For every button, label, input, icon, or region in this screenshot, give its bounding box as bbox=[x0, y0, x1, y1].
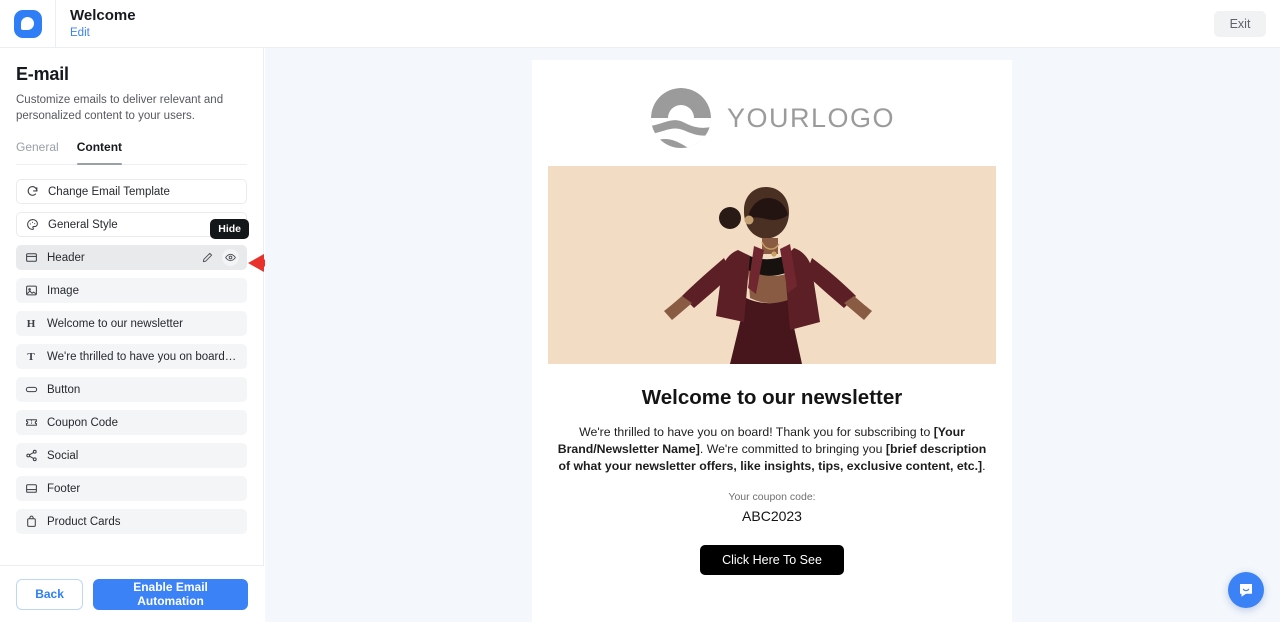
block-list: Change Email Template General Style Head… bbox=[16, 179, 249, 534]
edit-link[interactable]: Edit bbox=[70, 26, 136, 41]
email-heading[interactable]: Welcome to our newsletter bbox=[532, 386, 1012, 410]
speech-bubble-logo-icon bbox=[13, 9, 42, 38]
chat-launcher-button[interactable] bbox=[1228, 572, 1264, 608]
cta-button[interactable]: Click Here To See bbox=[700, 545, 844, 575]
tab-general[interactable]: General bbox=[16, 140, 59, 164]
app-root: Welcome Edit Exit E-mail Customize email… bbox=[0, 0, 1280, 622]
sidebar-title: E-mail bbox=[16, 64, 69, 84]
palette-icon bbox=[25, 218, 39, 232]
block-label: Coupon Code bbox=[47, 416, 118, 429]
footer-icon bbox=[24, 482, 38, 496]
block-label: Header bbox=[47, 251, 85, 264]
email-card: YOURLOGO Welcome to our newsletter We're… bbox=[532, 60, 1012, 622]
coupon-label: Your coupon code: bbox=[728, 491, 816, 503]
sidebar-tabs: General Content bbox=[16, 140, 247, 165]
block-row-coupon-code[interactable]: Coupon Code bbox=[16, 410, 247, 435]
body-text-part-3: . bbox=[982, 459, 986, 473]
block-row-change-email-template[interactable]: Change Email Template bbox=[16, 179, 247, 204]
block-label: Social bbox=[47, 449, 79, 462]
block-label: Change Email Template bbox=[48, 185, 170, 198]
sidebar-header: E-mail Customize emails to deliver relev… bbox=[0, 48, 263, 124]
header-icon bbox=[24, 251, 38, 265]
email-logo-block[interactable]: YOURLOGO bbox=[532, 60, 1012, 166]
sidebar: E-mail Customize emails to deliver relev… bbox=[0, 48, 264, 622]
chat-bubble-icon bbox=[1240, 584, 1252, 597]
block-row-image[interactable]: Image bbox=[16, 278, 247, 303]
block-label: General Style bbox=[48, 218, 118, 231]
eye-icon[interactable] bbox=[222, 249, 239, 266]
enable-email-automation-button[interactable]: Enable Email Automation bbox=[93, 578, 248, 610]
hero-image[interactable] bbox=[548, 166, 996, 364]
body-text-part-2: . We're committed to bringing you bbox=[699, 442, 886, 456]
block-row-text[interactable]: T We're thrilled to have you on board! T… bbox=[16, 344, 247, 369]
edit-pencil-icon[interactable] bbox=[199, 249, 216, 266]
cta-wrapper: Click Here To See bbox=[532, 545, 1012, 575]
email-preview-canvas[interactable]: YOURLOGO Welcome to our newsletter We're… bbox=[265, 48, 1280, 622]
page-title: Welcome bbox=[70, 6, 136, 24]
block-row-heading[interactable]: H Welcome to our newsletter bbox=[16, 311, 247, 336]
block-row-social[interactable]: Social bbox=[16, 443, 247, 468]
heading-letter-h-icon: H bbox=[26, 317, 36, 330]
email-body-text[interactable]: We're thrilled to have you on board! Tha… bbox=[554, 424, 990, 475]
page-title-group: Welcome Edit bbox=[70, 7, 136, 41]
block-label: We're thrilled to have you on board! Tha… bbox=[47, 350, 239, 363]
image-icon bbox=[24, 284, 38, 298]
block-label: Image bbox=[47, 284, 79, 297]
block-row-header[interactable]: Header Hide bbox=[16, 219, 249, 270]
block-row-footer[interactable]: Footer bbox=[16, 476, 247, 501]
tab-content[interactable]: Content bbox=[76, 140, 123, 165]
ticket-icon bbox=[24, 416, 38, 430]
block-label: Button bbox=[47, 383, 81, 396]
yourlogo-mark-icon bbox=[650, 88, 711, 148]
brand-logo-cell[interactable] bbox=[0, 0, 56, 47]
back-button[interactable]: Back bbox=[16, 578, 84, 610]
bag-icon bbox=[24, 515, 38, 529]
block-label: Footer bbox=[47, 482, 81, 495]
coupon-code[interactable]: ABC2023 bbox=[532, 508, 1012, 524]
top-bar: Welcome Edit Exit bbox=[0, 0, 1280, 48]
sidebar-footer: Back Enable Email Automation bbox=[0, 565, 264, 622]
share-icon bbox=[24, 449, 38, 463]
text-letter-t-icon: T bbox=[27, 350, 35, 363]
hide-tooltip: Hide bbox=[210, 219, 249, 239]
sidebar-description: Customize emails to deliver relevant and… bbox=[16, 94, 224, 122]
hero-photo-illustration bbox=[548, 166, 996, 364]
email-logo-text: YOURLOGO bbox=[726, 102, 896, 133]
block-row-product-cards[interactable]: Product Cards bbox=[16, 509, 247, 534]
block-label: Welcome to our newsletter bbox=[47, 317, 183, 330]
block-label: Product Cards bbox=[47, 515, 121, 528]
refresh-icon bbox=[25, 185, 39, 199]
block-row-button[interactable]: Button bbox=[16, 377, 247, 402]
body-text-part-1: We're thrilled to have you on board! Tha… bbox=[579, 425, 934, 439]
button-icon bbox=[24, 383, 38, 397]
exit-button[interactable]: Exit bbox=[1214, 11, 1266, 37]
row-actions bbox=[199, 249, 239, 266]
